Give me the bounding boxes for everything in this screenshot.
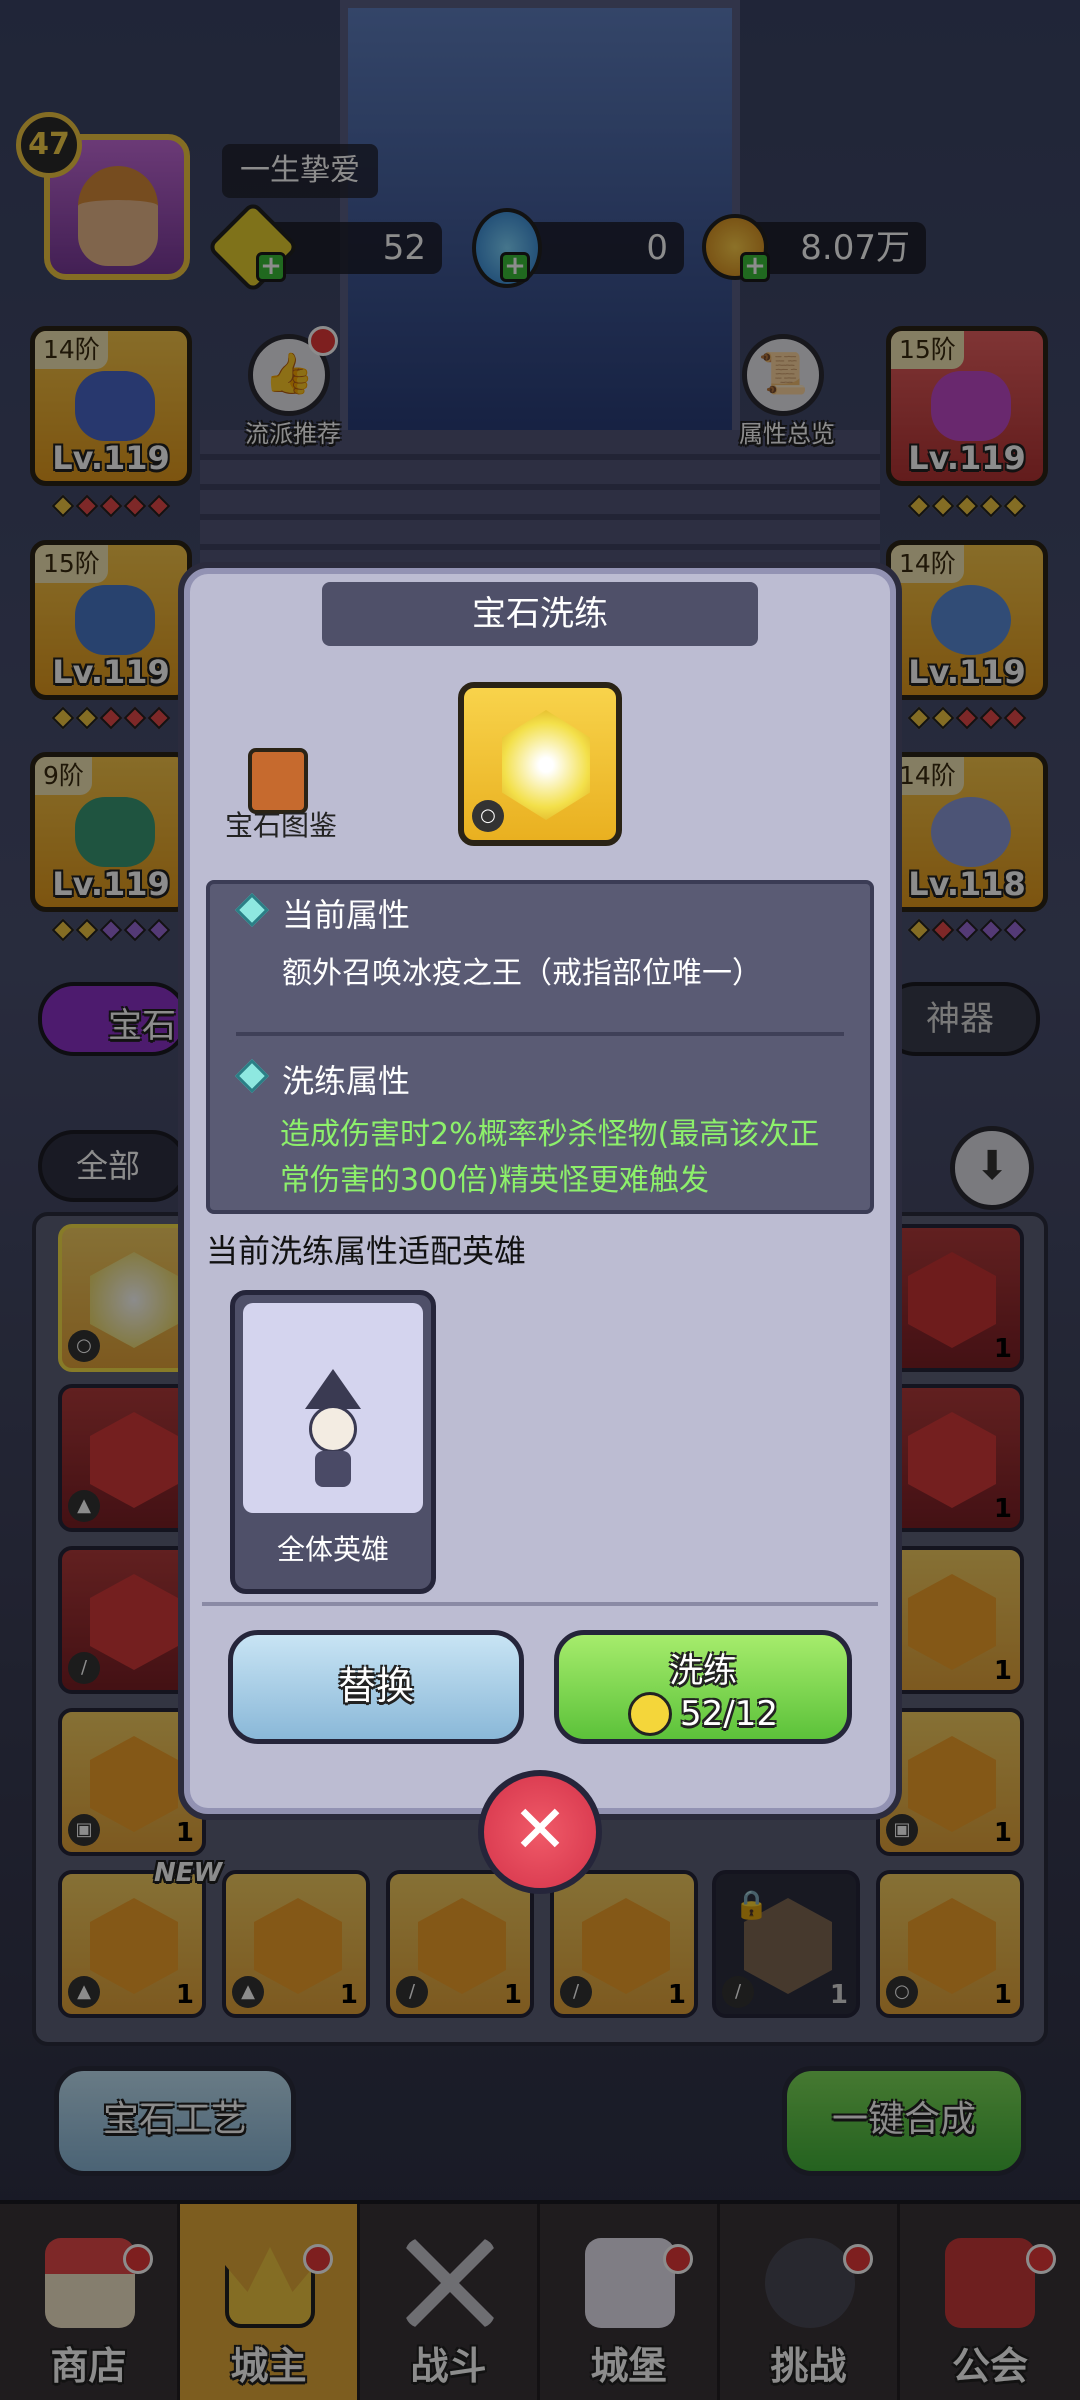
close-icon: ✕	[512, 1791, 568, 1868]
ring-type-icon: ○	[472, 800, 504, 832]
divider	[236, 1032, 844, 1036]
game-screen: { "player": {"level": "47", "name": "一生挚…	[0, 0, 1080, 2400]
refine-attr-text: 造成伤害时2%概率秒杀怪物(最高该次正常伤害的300倍)精英怪更难触发	[280, 1117, 820, 1198]
gem-icon	[502, 710, 590, 820]
refine-attr-header: 洗练属性	[282, 1062, 411, 1100]
hero-portrait	[243, 1303, 423, 1513]
refine-button-label: 洗练	[669, 1651, 737, 1691]
dialog-title: 宝石洗练	[322, 582, 758, 646]
current-attr-header: 当前属性	[282, 896, 411, 934]
selected-gem: ○	[458, 682, 622, 846]
refine-cost: 52/12	[680, 1694, 778, 1734]
close-button[interactable]: ✕	[478, 1770, 602, 1894]
hero-name: 全体英雄	[276, 1533, 389, 1566]
refine-button[interactable]: 洗练 52/12	[554, 1630, 852, 1744]
replace-button[interactable]: 替换	[228, 1630, 524, 1744]
gem-currency-icon	[628, 1692, 672, 1736]
current-attr-text: 额外召唤冰疫之王（戒指部位唯一）	[282, 956, 762, 991]
divider	[202, 1602, 878, 1606]
gem-codex-label[interactable]: 宝石图鉴	[214, 804, 348, 844]
fit-hero-label: 当前洗练属性适配英雄	[206, 1232, 527, 1270]
